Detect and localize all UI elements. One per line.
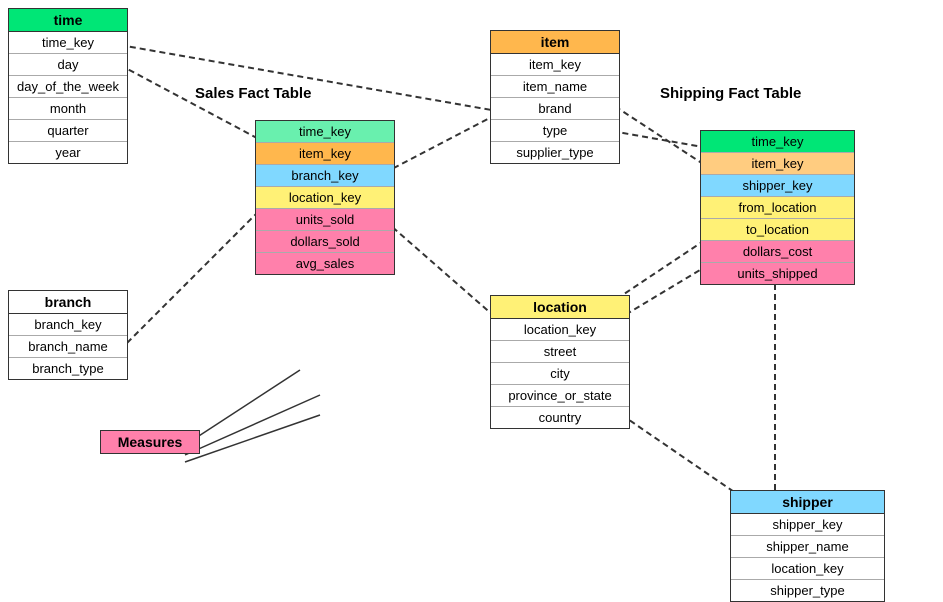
- sales-fact-label: Sales Fact Table: [195, 85, 311, 102]
- shipping-measure-dollars_cost: dollars_cost: [701, 241, 854, 263]
- shipper-field-location_key: location_key: [731, 558, 884, 580]
- branch-field-branch_name: branch_name: [9, 336, 127, 358]
- item-table-title: item: [491, 31, 619, 54]
- measures-box: Measures: [100, 430, 200, 454]
- item-table: item item_key item_name brand type suppl…: [490, 30, 620, 164]
- measures-label: Measures: [101, 431, 199, 453]
- time-table: time time_key day day_of_the_week month …: [8, 8, 128, 164]
- shipper-field-shipper_key: shipper_key: [731, 514, 884, 536]
- shipping-measure-units_shipped: units_shipped: [701, 263, 854, 284]
- item-field-brand: brand: [491, 98, 619, 120]
- item-field-supplier_type: supplier_type: [491, 142, 619, 163]
- time-field-quarter: quarter: [9, 120, 127, 142]
- location-table: location location_key street city provin…: [490, 295, 630, 429]
- branch-table-title: branch: [8, 290, 128, 314]
- shipper-field-shipper_type: shipper_type: [731, 580, 884, 601]
- branch-field-branch_type: branch_type: [9, 358, 127, 379]
- shipping-key-to_location: to_location: [701, 219, 854, 241]
- shipping-key-from_location: from_location: [701, 197, 854, 219]
- location-field-province: province_or_state: [491, 385, 629, 407]
- sales-measure-units_sold: units_sold: [256, 209, 394, 231]
- shipping-key-time_key: time_key: [701, 131, 854, 153]
- location-field-city: city: [491, 363, 629, 385]
- shipper-table: shipper shipper_key shipper_name locatio…: [730, 490, 885, 602]
- time-field-dow: day_of_the_week: [9, 76, 127, 98]
- sales-key-time_key: time_key: [256, 121, 394, 143]
- time-field-day: day: [9, 54, 127, 76]
- shipper-table-title: shipper: [731, 491, 884, 514]
- shipping-key-item_key: item_key: [701, 153, 854, 175]
- location-field-country: country: [491, 407, 629, 428]
- shipper-field-shipper_name: shipper_name: [731, 536, 884, 558]
- diagram-container: Sales Fact Table Shipping Fact Table tim…: [0, 0, 943, 600]
- branch-table: branch branch_key branch_name branch_typ…: [8, 290, 128, 380]
- time-field-month: month: [9, 98, 127, 120]
- time-table-title: time: [9, 9, 127, 32]
- location-field-street: street: [491, 341, 629, 363]
- sales-key-branch_key: branch_key: [256, 165, 394, 187]
- location-field-location_key: location_key: [491, 319, 629, 341]
- shipping-key-shipper_key: shipper_key: [701, 175, 854, 197]
- sales-measure-avg_sales: avg_sales: [256, 253, 394, 274]
- item-field-item_name: item_name: [491, 76, 619, 98]
- sales-fact-table: time_key item_key branch_key location_ke…: [255, 120, 395, 275]
- shipping-fact-label: Shipping Fact Table: [660, 85, 801, 102]
- item-field-type: type: [491, 120, 619, 142]
- time-field-year: year: [9, 142, 127, 163]
- item-field-item_key: item_key: [491, 54, 619, 76]
- sales-key-item_key: item_key: [256, 143, 394, 165]
- location-table-title: location: [491, 296, 629, 319]
- branch-field-branch_key: branch_key: [9, 314, 127, 336]
- sales-key-location_key: location_key: [256, 187, 394, 209]
- sales-measure-dollars_sold: dollars_sold: [256, 231, 394, 253]
- time-field-time_key: time_key: [9, 32, 127, 54]
- shipping-fact-table: time_key item_key shipper_key from_locat…: [700, 130, 855, 285]
